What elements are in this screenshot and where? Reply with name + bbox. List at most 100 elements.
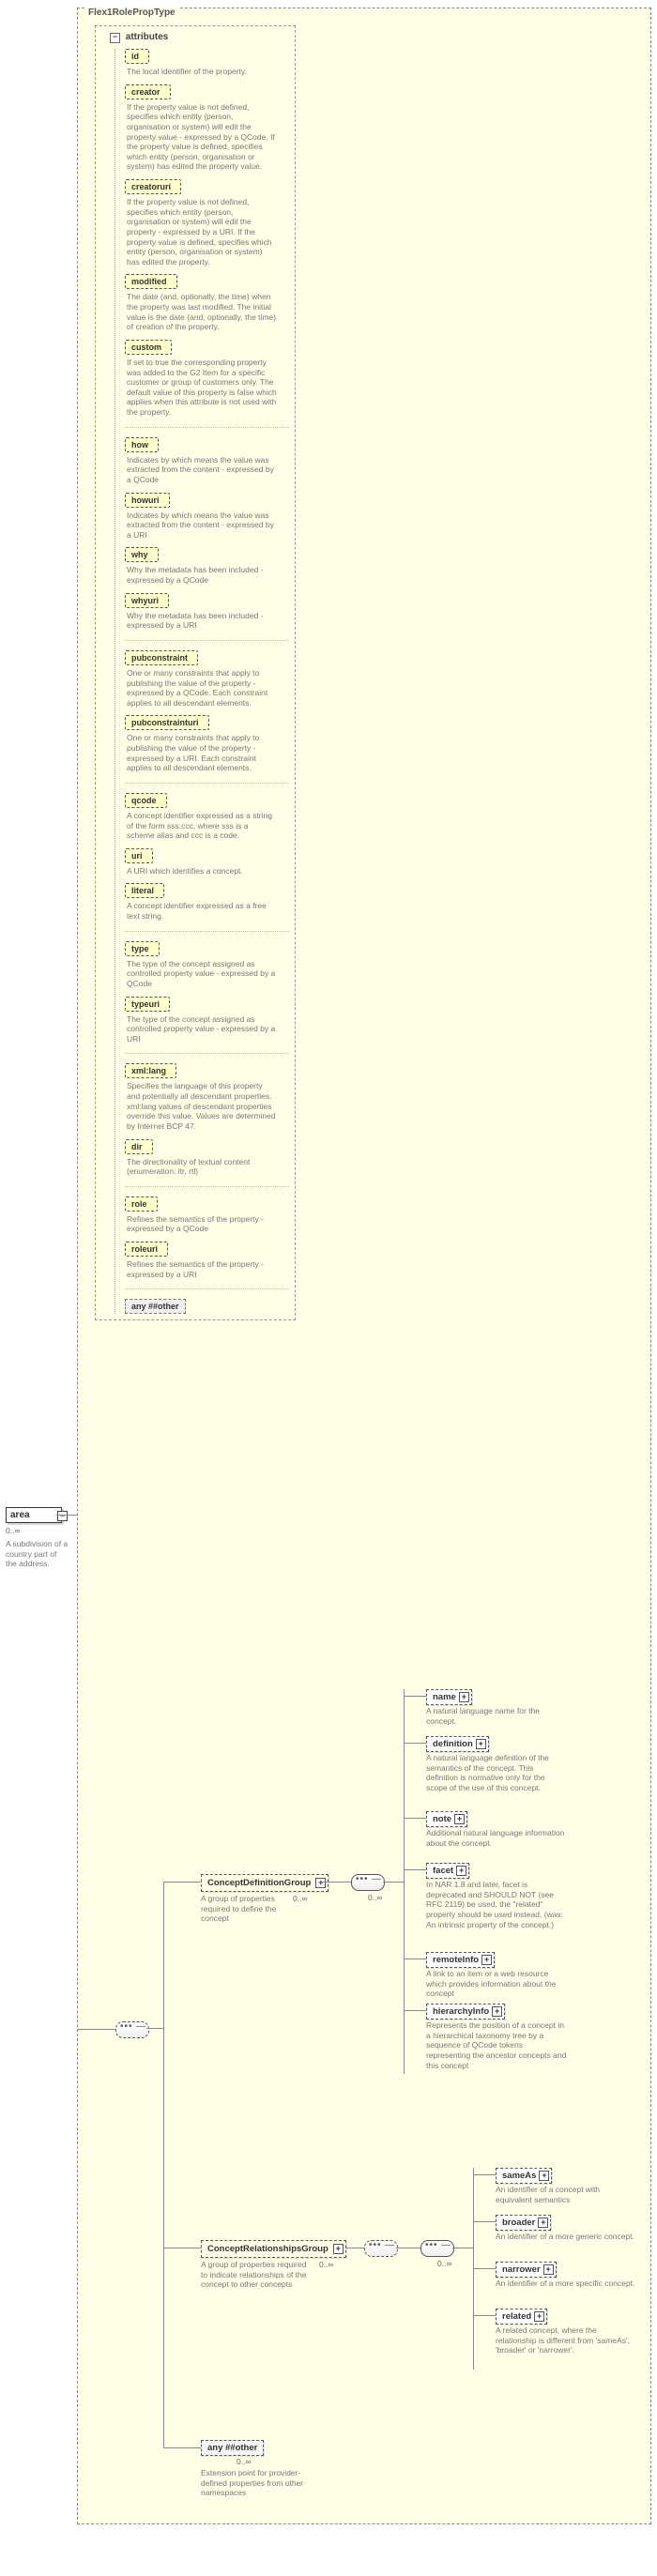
sequence-range: 0..∞ xyxy=(368,1893,383,1902)
sequence-compositor[interactable] xyxy=(115,2021,149,2038)
root-element-area[interactable]: area − xyxy=(6,1507,62,1523)
attribute-item: pubconstrainturiOne or many constraints … xyxy=(125,715,289,773)
attribute-custom[interactable]: custom xyxy=(125,340,172,355)
element-remoteInfo[interactable]: remoteInfo+ xyxy=(426,1952,495,1968)
attribute-description: Refines the semantics of the property - … xyxy=(127,1214,277,1234)
attribute-item: role Refines the semantics of the propert… xyxy=(125,1197,289,1234)
attribute-item: howuriIndicates by which means the value… xyxy=(125,493,289,541)
attribute-description: The type of the concept assigned as cont… xyxy=(127,1014,277,1044)
divider xyxy=(125,427,289,428)
sequence-compositor[interactable] xyxy=(351,1874,385,1891)
attribute-pubconstrainturi[interactable]: pubconstrainturi xyxy=(125,715,209,730)
expand-icon[interactable]: + xyxy=(539,2171,549,2181)
element-label: related xyxy=(502,2311,531,2322)
element-description: An identifier of a concept with equivale… xyxy=(496,2185,636,2204)
attribute-uri[interactable]: uri xyxy=(125,848,153,863)
connector xyxy=(163,1882,164,2447)
attribute-item: uri A URI which identifies a concept. xyxy=(125,848,289,876)
element-related[interactable]: related+ xyxy=(496,2309,547,2324)
attribute-whyuri[interactable]: whyuri xyxy=(125,593,169,608)
attribute-item: qcode A concept identifier expressed as a… xyxy=(125,793,289,841)
attribute-description: The type of the concept assigned as cont… xyxy=(127,959,277,989)
root-label: area xyxy=(10,1510,30,1520)
expand-icon[interactable]: + xyxy=(492,2006,502,2017)
group-concept-relationships[interactable]: ConceptRelationshipsGroup + xyxy=(201,2240,346,2258)
attribute-description: Indicates by which means the value was e… xyxy=(127,455,277,485)
element-note[interactable]: note+ xyxy=(426,1811,467,1827)
element-label: name xyxy=(433,1692,456,1702)
element-description: Additional natural language information … xyxy=(426,1828,567,1848)
element-label: hierarchyInfo xyxy=(433,2006,489,2017)
sequence-compositor[interactable] xyxy=(364,2240,398,2257)
attribute-pubconstraint[interactable]: pubconstraint xyxy=(125,650,198,665)
element-broader[interactable]: broader+ xyxy=(496,2215,551,2231)
sequence-compositor[interactable] xyxy=(420,2240,454,2257)
element-description: In NAR 1.8 and later, facet is deprecate… xyxy=(426,1880,567,1929)
divider xyxy=(125,931,289,932)
expand-icon[interactable]: + xyxy=(315,1878,326,1888)
element-description: A related concept, where the relationshi… xyxy=(496,2325,636,2355)
any-other-description: Extension point for provider-defined pro… xyxy=(201,2468,304,2498)
attribute-creatoruri[interactable]: creatoruri xyxy=(125,179,181,194)
attributes-label: attributes xyxy=(126,32,169,42)
expand-icon[interactable]: + xyxy=(543,2264,554,2275)
collapse-icon[interactable]: − xyxy=(110,33,120,43)
element-description: An identifier of a more generic concept. xyxy=(496,2232,636,2242)
element-sameAs[interactable]: sameAs+ xyxy=(496,2168,552,2184)
element-description: A natural language name for the concept. xyxy=(426,1706,567,1726)
element-hierarchyInfo[interactable]: hierarchyInfo+ xyxy=(426,2004,505,2020)
attribute-item: typeuri The type of the concept assigned … xyxy=(125,997,289,1044)
expand-icon[interactable]: + xyxy=(534,2311,544,2322)
attribute-qcode[interactable]: qcode xyxy=(125,793,167,808)
connector xyxy=(404,1869,426,1870)
element-narrower[interactable]: narrower+ xyxy=(496,2262,557,2278)
attribute-roleuri[interactable]: roleuri xyxy=(125,1242,168,1257)
group-label: ConceptDefinitionGroup xyxy=(207,1878,311,1888)
attribute-howuri[interactable]: howuri xyxy=(125,493,170,508)
attribute-role[interactable]: role xyxy=(125,1197,158,1212)
connector xyxy=(404,1743,426,1744)
group-occurrence: 0..∞ xyxy=(319,2260,334,2269)
attribute-typeuri[interactable]: typeuri xyxy=(125,997,170,1012)
attribute-item: xml:langSpecifies the language of this p… xyxy=(125,1063,289,1131)
attribute-id[interactable]: id xyxy=(125,49,149,64)
attribute-description: Why the metadata has been included - exp… xyxy=(127,565,277,585)
element-facet[interactable]: facet+ xyxy=(426,1863,469,1879)
element-name[interactable]: name+ xyxy=(426,1689,472,1705)
expand-icon[interactable]: + xyxy=(481,1955,492,1965)
attribute-how[interactable]: how xyxy=(125,437,159,452)
any-other-element[interactable]: any ##other xyxy=(201,2440,264,2456)
attribute-type[interactable]: type xyxy=(125,941,160,956)
attribute-description: A concept identifier expressed as a stri… xyxy=(127,811,277,841)
expand-icon[interactable]: + xyxy=(333,2244,344,2254)
connector xyxy=(473,2268,496,2269)
attribute-xml-lang[interactable]: xml:lang xyxy=(125,1063,176,1078)
element-label: facet xyxy=(433,1866,453,1876)
expand-icon[interactable]: + xyxy=(454,1814,465,1824)
group-concept-definition[interactable]: ConceptDefinitionGroup + xyxy=(201,1874,328,1892)
attribute-why[interactable]: why xyxy=(125,547,159,562)
attribute-dir[interactable]: dir xyxy=(125,1139,153,1154)
connector xyxy=(56,1515,77,1517)
expand-icon[interactable]: + xyxy=(459,1692,469,1702)
attribute-modified[interactable]: modified xyxy=(125,274,177,289)
type-title: Flex1RolePropType xyxy=(85,8,178,18)
expand-icon[interactable]: + xyxy=(456,1866,466,1876)
group-description: A group of properties required to define… xyxy=(201,1894,290,1924)
connector xyxy=(404,1818,426,1819)
element-description: A natural language definition of the sem… xyxy=(426,1753,567,1793)
any-other-range: 0..∞ xyxy=(237,2457,252,2466)
element-definition[interactable]: definition+ xyxy=(426,1736,489,1752)
sequence-range: 0..∞ xyxy=(437,2259,452,2268)
group-label: ConceptRelationshipsGroup xyxy=(207,2244,328,2254)
any-other-attribute[interactable]: any ##other xyxy=(125,1299,186,1314)
attribute-item: customIf set to true the corresponding p… xyxy=(125,340,289,418)
attribute-creator[interactable]: creator xyxy=(125,84,171,99)
attribute-description: A URI which identifies a concept. xyxy=(127,866,277,876)
expand-icon[interactable]: + xyxy=(538,2218,548,2228)
attributes-header[interactable]: − attributes xyxy=(107,32,171,43)
expand-icon[interactable]: + xyxy=(476,1739,486,1749)
connector xyxy=(404,2010,426,2011)
attribute-description: The local identifier of the property. xyxy=(127,67,277,77)
attribute-literal[interactable]: literal xyxy=(125,883,164,898)
